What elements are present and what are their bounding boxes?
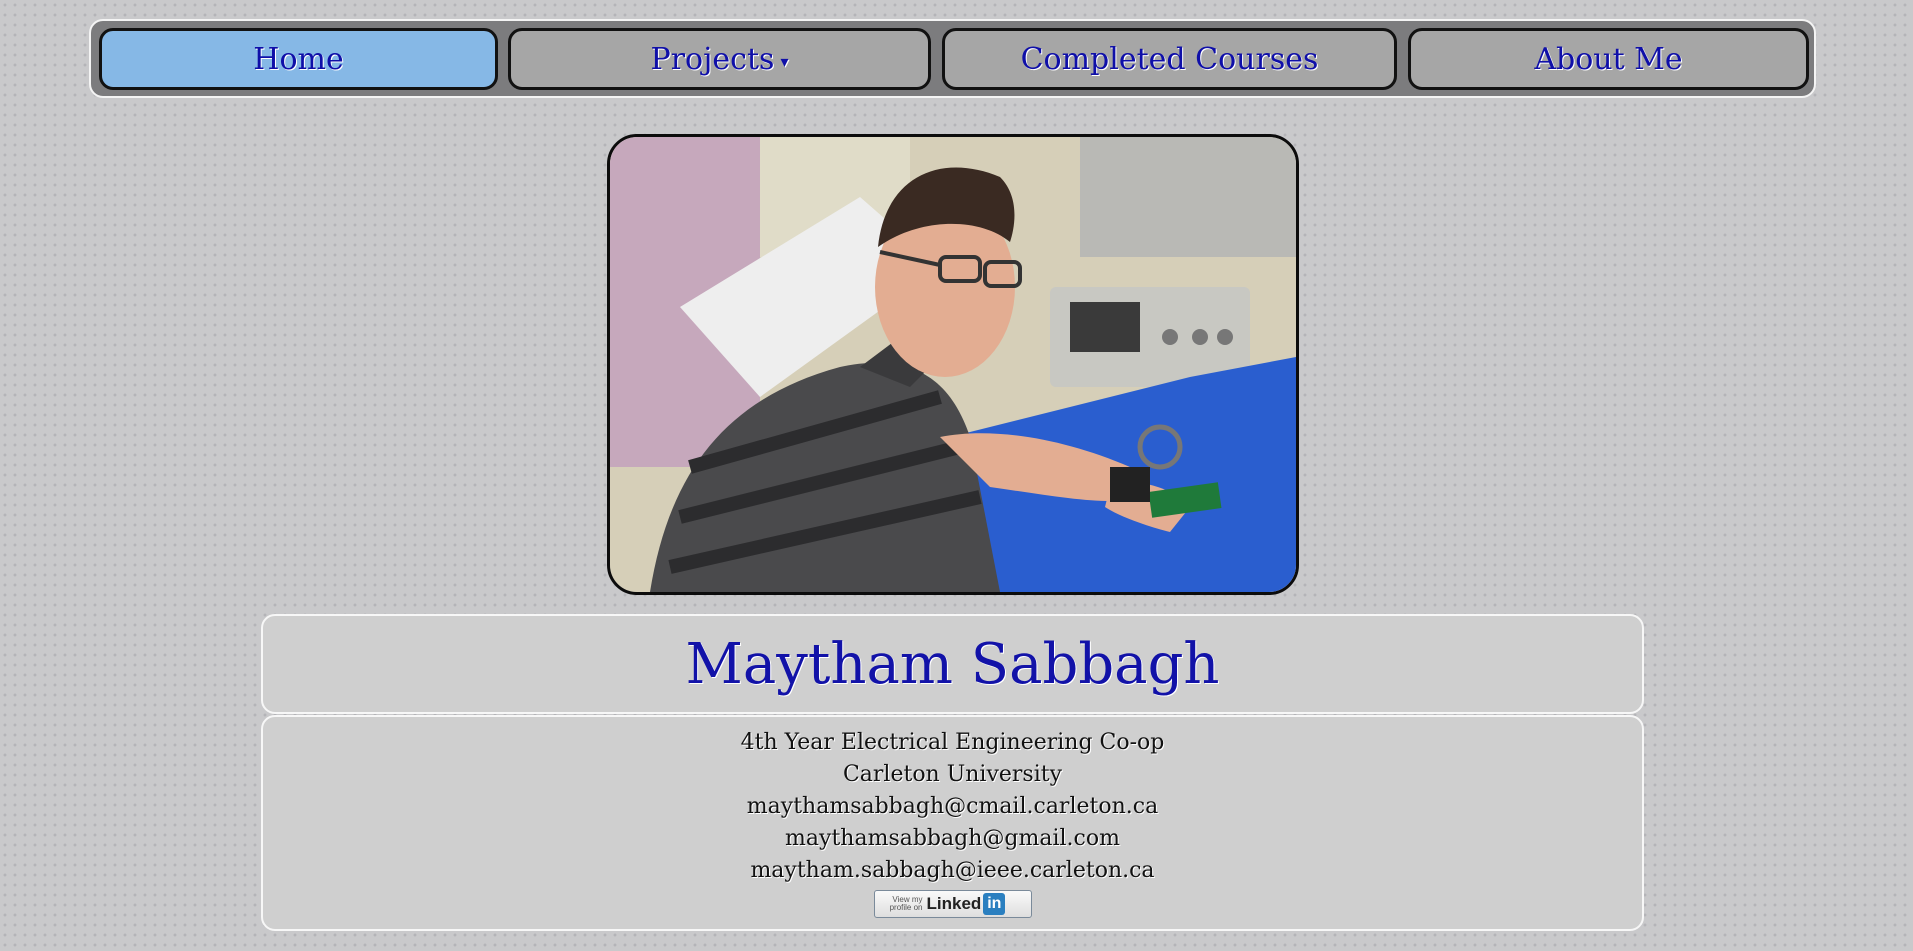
- page-title: Maytham Sabbagh: [685, 631, 1220, 697]
- profile-photo: [607, 134, 1299, 595]
- email-cmail-link[interactable]: maythamsabbagh@cmail.carleton.ca: [263, 791, 1642, 823]
- nav-home-label: Home: [253, 41, 344, 77]
- linkedin-profile-button[interactable]: View my profile on Linked in: [873, 890, 1032, 918]
- chevron-down-icon: ▾: [780, 51, 789, 71]
- nav-projects-label: Projects: [650, 41, 775, 77]
- name-panel: Maytham Sabbagh: [261, 614, 1644, 714]
- nav-projects[interactable]: Projects ▾: [508, 28, 931, 90]
- nav-about-label: About Me: [1534, 41, 1683, 77]
- program-line: 4th Year Electrical Engineering Co-op: [740, 730, 1165, 755]
- nav-about-me[interactable]: About Me: [1408, 28, 1809, 90]
- linkedin-small-text: View my profile on: [889, 895, 923, 912]
- nav-completed-courses[interactable]: Completed Courses: [942, 28, 1397, 90]
- linkedin-logo-text: Linked: [926, 894, 982, 913]
- nav-home[interactable]: Home: [99, 28, 498, 90]
- main-navigation: Home Projects ▾ Completed Courses About M…: [89, 19, 1816, 98]
- linkedin-icon: in: [983, 893, 1006, 915]
- nav-courses-label: Completed Courses: [1020, 41, 1319, 77]
- email-ieee-link[interactable]: maytham.sabbagh@ieee.carleton.ca: [263, 855, 1642, 887]
- contact-panel: 4th Year Electrical Engineering Co-op Ca…: [261, 715, 1644, 931]
- profile-photo-image: [610, 137, 1296, 592]
- email-gmail-link[interactable]: maythamsabbagh@gmail.com: [263, 823, 1642, 855]
- university-line: Carleton University: [842, 762, 1063, 787]
